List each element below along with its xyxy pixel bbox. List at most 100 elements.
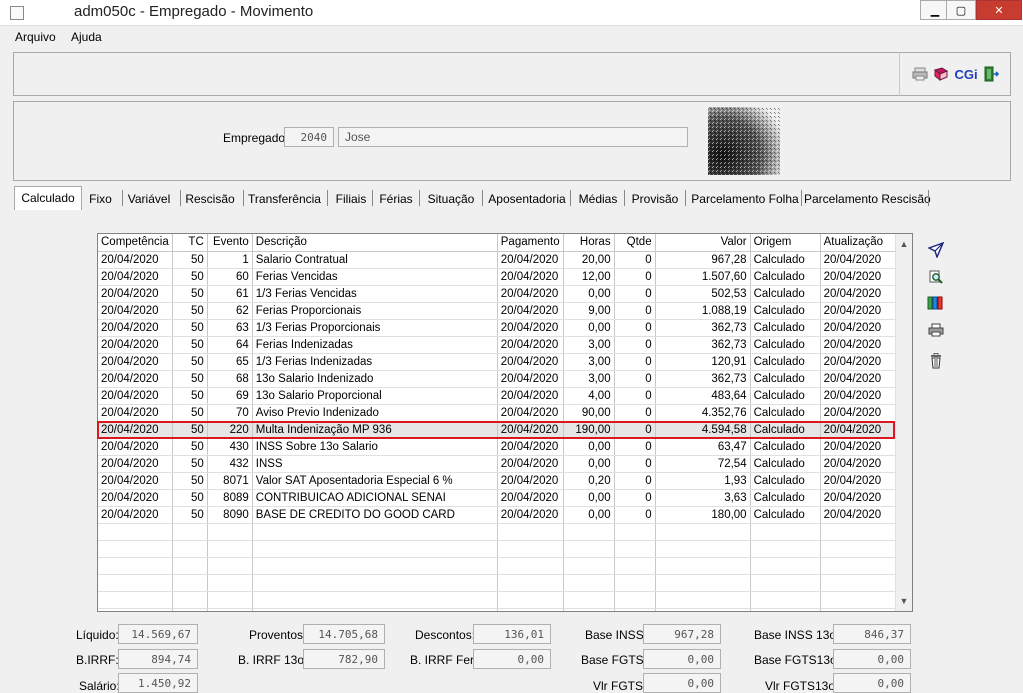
cell-evento: 220 — [207, 421, 253, 439]
col-descricao[interactable]: Descrição — [252, 234, 498, 252]
menu-ajuda[interactable]: Ajuda — [71, 30, 102, 44]
base-fgts-13o-field[interactable]: 0,00 — [833, 649, 911, 669]
table-row[interactable]: 20/04/2020 50 8090 BASE DE CREDITO DO GOOD … — [98, 506, 901, 524]
col-pagamento[interactable]: Pagamento — [497, 234, 564, 252]
tab-rescisao[interactable]: Rescisão — [183, 188, 237, 210]
cell-tc: 50 — [172, 455, 208, 473]
movement-grid[interactable]: Competência TC Evento Descrição Pagament… — [97, 233, 913, 612]
base-fgts-field[interactable]: 0,00 — [643, 649, 721, 669]
tab-parcelamento-folha[interactable]: Parcelamento Folha — [690, 188, 800, 210]
tab-ferias[interactable]: Férias — [376, 188, 416, 210]
liquido-field[interactable]: 14.569,67 — [118, 624, 198, 644]
birrf-field[interactable]: 894,74 — [118, 649, 198, 669]
col-origem[interactable]: Origem — [750, 234, 821, 252]
close-button[interactable]: ✕ — [976, 0, 1022, 20]
employee-code-field[interactable]: 2040 — [284, 127, 334, 147]
table-row[interactable]: 20/04/2020 50 62 Ferias Proporcionais 20/04/… — [98, 302, 901, 320]
send-arrow-icon[interactable] — [926, 240, 946, 260]
tab-filiais[interactable]: Filiais — [332, 188, 370, 210]
cell-valor: 502,53 — [655, 285, 751, 303]
search-doc-icon[interactable] — [926, 267, 946, 287]
scroll-down-icon[interactable]: ▼ — [896, 593, 912, 609]
vlr-fgts-field[interactable]: 0,00 — [643, 673, 721, 693]
tab-transferencia[interactable]: Transferência — [246, 188, 323, 210]
empty-cell — [655, 523, 751, 541]
cell-horas: 0,00 — [563, 285, 615, 303]
empty-row — [98, 523, 901, 541]
proventos-field[interactable]: 14.705,68 — [303, 624, 385, 644]
grid-vertical-scrollbar[interactable]: ▲ ▼ — [895, 234, 912, 611]
birrf-13o-field[interactable]: 782,90 — [303, 649, 385, 669]
table-row[interactable]: 20/04/2020 50 64 Ferias Indenizadas 20/04/20… — [98, 336, 901, 354]
col-atualizacao[interactable]: Atualização — [820, 234, 901, 252]
table-row[interactable]: 20/04/2020 50 60 Ferias Vencidas 20/04/2020 1… — [98, 268, 901, 286]
tab-provisao[interactable]: Provisão — [628, 188, 682, 210]
table-row[interactable]: 20/04/2020 50 220 Multa Indenização MP 936 2… — [98, 421, 901, 439]
printer-icon[interactable] — [912, 66, 928, 82]
tab-calculado[interactable]: Calculado — [14, 186, 82, 210]
minimize-icon: ▁ — [930, 4, 940, 17]
cell-pagamento: 20/04/2020 — [497, 370, 564, 388]
columns-icon[interactable] — [926, 293, 946, 313]
tab-aposentadoria[interactable]: Aposentadoria — [487, 188, 567, 210]
table-row[interactable]: 20/04/2020 50 68 13o Salario Indenizado 20/0… — [98, 370, 901, 388]
descontos-field[interactable]: 136,01 — [473, 624, 551, 644]
salario-field[interactable]: 1.450,92 — [118, 673, 198, 693]
cell-evento: 70 — [207, 404, 253, 422]
empty-cell — [750, 574, 821, 592]
table-row[interactable]: 20/04/2020 50 8071 Valor SAT Aposentadoria … — [98, 472, 901, 490]
employee-name-field[interactable]: Jose — [338, 127, 688, 147]
cell-horas: 3,00 — [563, 336, 615, 354]
table-row[interactable]: 20/04/2020 50 432 INSS 20/04/2020 0,00 0 72,54 C… — [98, 455, 901, 473]
cgi-logo[interactable]: CGi — [954, 66, 978, 82]
cell-qtde: 0 — [614, 302, 656, 320]
cell-descricao: 1/3 Ferias Proporcionais — [252, 319, 498, 337]
col-qtde[interactable]: Qtde — [614, 234, 656, 252]
empty-cell — [98, 523, 173, 541]
cell-origem: Calculado — [750, 370, 821, 388]
scroll-up-icon[interactable]: ▲ — [896, 236, 912, 252]
cell-origem: Calculado — [750, 438, 821, 456]
table-row[interactable]: 20/04/2020 50 61 1/3 Ferias Vencidas 20/04/2… — [98, 285, 901, 303]
table-row[interactable]: 20/04/2020 50 430 INSS Sobre 13o Salario 20/… — [98, 438, 901, 456]
table-row[interactable]: 20/04/2020 50 70 Aviso Previo Indenizado 20/… — [98, 404, 901, 422]
print-icon[interactable] — [926, 320, 946, 340]
cell-atualizacao: 20/04/2020 — [820, 506, 901, 524]
col-valor[interactable]: Valor — [655, 234, 751, 252]
col-tc[interactable]: TC — [172, 234, 208, 252]
cell-descricao: Valor SAT Aposentadoria Especial 6 % — [252, 472, 498, 490]
cell-valor: 4.594,58 — [655, 421, 751, 439]
cell-horas: 0,20 — [563, 472, 615, 490]
tab-fixo[interactable]: Fixo — [85, 188, 116, 210]
table-row[interactable]: 20/04/2020 50 1 Salario Contratual 20/04/202… — [98, 251, 901, 269]
tab-situacao[interactable]: Situação — [424, 188, 478, 210]
cell-evento: 69 — [207, 387, 253, 405]
cell-origem: Calculado — [750, 302, 821, 320]
vlr-fgts-13o-field[interactable]: 0,00 — [833, 673, 911, 693]
cell-origem: Calculado — [750, 319, 821, 337]
cell-descricao: CONTRIBUICAO ADICIONAL SENAI — [252, 489, 498, 507]
col-competencia[interactable]: Competência — [98, 234, 173, 252]
tab-variavel[interactable]: Variável — [125, 188, 173, 210]
birrf-fer-field[interactable]: 0,00 — [473, 649, 551, 669]
table-row[interactable]: 20/04/2020 50 65 1/3 Ferias Indenizadas 20/0… — [98, 353, 901, 371]
col-evento[interactable]: Evento — [207, 234, 253, 252]
tab-parcelamento-rescisao[interactable]: Parcelamento Rescisão — [804, 188, 931, 210]
menu-arquivo[interactable]: Arquivo — [15, 30, 56, 44]
cell-valor: 483,64 — [655, 387, 751, 405]
col-horas[interactable]: Horas — [563, 234, 615, 252]
tab-medias[interactable]: Médias — [575, 188, 621, 210]
cell-pagamento: 20/04/2020 — [497, 438, 564, 456]
table-row[interactable]: 20/04/2020 50 63 1/3 Ferias Proporcionais 20… — [98, 319, 901, 337]
maximize-button[interactable]: ▢ — [946, 0, 976, 20]
exit-door-icon[interactable] — [983, 66, 999, 82]
base-inss-field[interactable]: 967,28 — [643, 624, 721, 644]
base-inss-13o-field[interactable]: 846,37 — [833, 624, 911, 644]
cell-evento: 62 — [207, 302, 253, 320]
table-row[interactable]: 20/04/2020 50 69 13o Salario Proporcional 20… — [98, 387, 901, 405]
table-row[interactable]: 20/04/2020 50 8089 CONTRIBUICAO ADICIONAL S… — [98, 489, 901, 507]
book-icon[interactable] — [933, 66, 949, 82]
trash-icon[interactable] — [926, 351, 946, 371]
cell-pagamento: 20/04/2020 — [497, 251, 564, 269]
empty-cell — [98, 591, 173, 609]
